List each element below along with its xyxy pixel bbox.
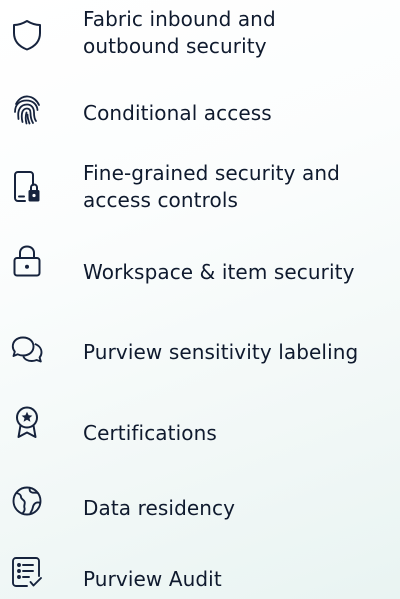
feature-label: Fine-grained security and access control… — [83, 161, 340, 212]
feature-label: Fabric inbound and outbound security — [83, 7, 276, 58]
chat-bubbles-icon — [10, 334, 44, 368]
feature-label: Data residency — [83, 496, 236, 520]
fingerprint-icon — [10, 92, 44, 126]
feature-label: Purview Audit — [83, 567, 222, 591]
feature-label: Conditional access — [83, 101, 272, 125]
shield-icon — [10, 18, 44, 52]
phone-lock-icon — [10, 170, 44, 204]
lock-icon — [10, 244, 44, 278]
feature-label: Purview sensitivity labeling — [83, 340, 359, 364]
checklist-icon — [10, 555, 44, 589]
ribbon-star-icon — [10, 405, 44, 439]
feature-label: Workspace & item security — [83, 260, 355, 284]
feature-label: Certifications — [83, 421, 217, 445]
security-feature-list: Fabric inbound and outbound security Con… — [0, 0, 400, 599]
globe-icon — [10, 484, 44, 518]
